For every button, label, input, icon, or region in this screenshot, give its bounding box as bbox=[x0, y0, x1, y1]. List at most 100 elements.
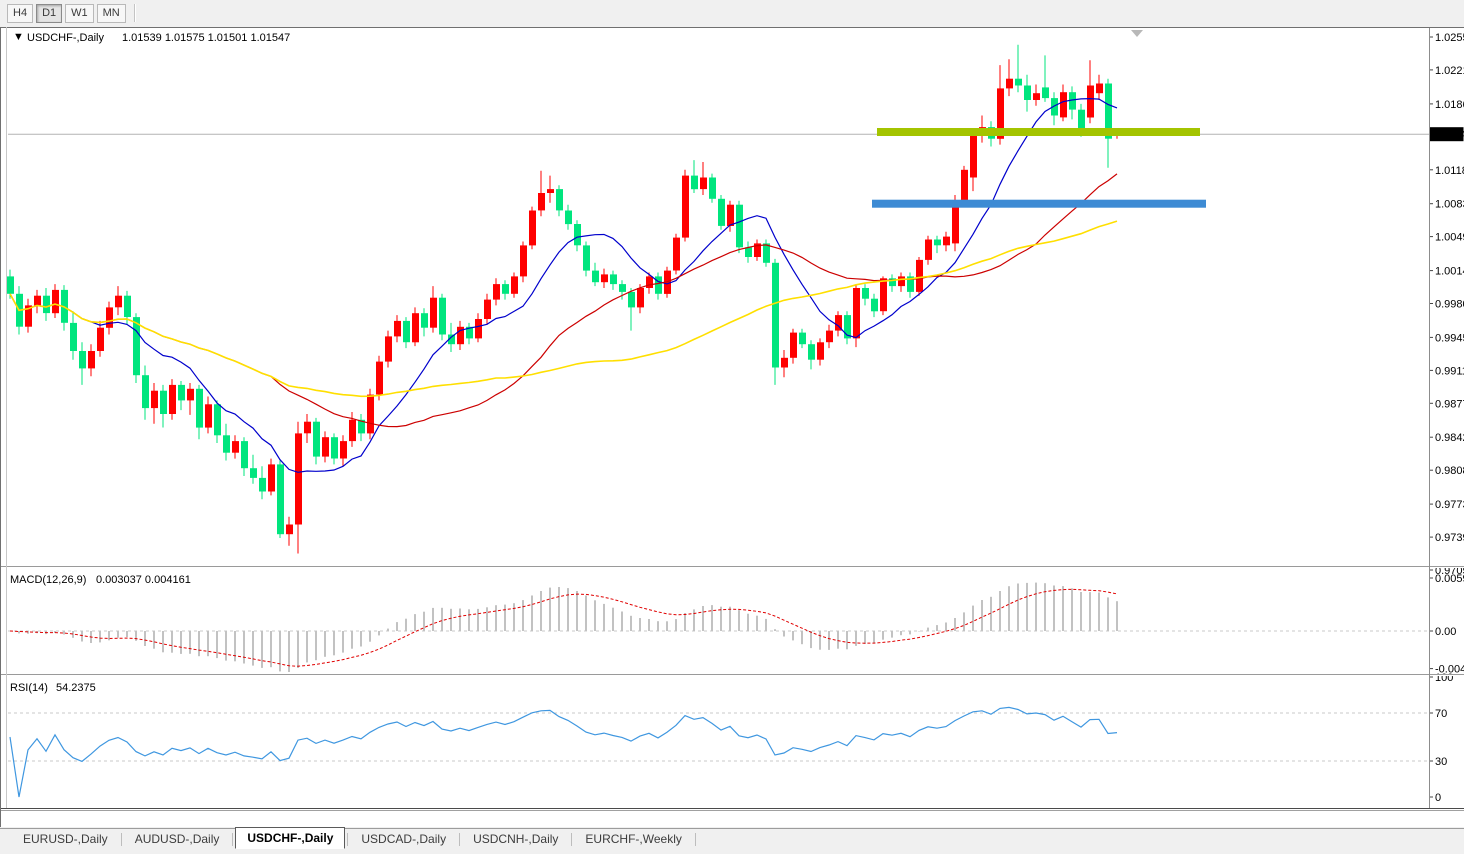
price-axis-label: 1.00140 bbox=[1435, 266, 1464, 278]
candle bbox=[592, 271, 599, 283]
tab-eurchf-weekly[interactable]: EURCHF-,Weekly bbox=[574, 830, 692, 849]
candle bbox=[700, 178, 707, 190]
timeframe-button-h4[interactable]: H4 bbox=[7, 4, 33, 23]
tab-usdcnh-daily[interactable]: USDCNH-,Daily bbox=[462, 830, 569, 849]
candle bbox=[52, 290, 59, 313]
chart-tab-bar: EURUSD-,Daily AUDUSD-,DailyUSDCHF-,Daily U… bbox=[0, 828, 1464, 849]
tab-eurusd-daily[interactable]: EURUSD-,Daily bbox=[12, 830, 119, 849]
candle bbox=[970, 136, 977, 178]
candle bbox=[1024, 86, 1031, 101]
sma-10-line bbox=[10, 99, 1117, 473]
candle bbox=[1015, 79, 1022, 86]
candle bbox=[241, 441, 248, 468]
candle bbox=[646, 276, 653, 288]
candle bbox=[259, 478, 266, 492]
candle bbox=[934, 240, 941, 246]
candle bbox=[79, 351, 86, 368]
tab-usdcad-daily[interactable]: USDCAD-,Daily bbox=[350, 830, 457, 849]
price-axis-label: 0.99110 bbox=[1435, 365, 1464, 377]
candle bbox=[772, 263, 779, 368]
rsi-axis-label: 100 bbox=[1435, 672, 1453, 684]
candle bbox=[1033, 93, 1040, 100]
candle bbox=[169, 385, 176, 414]
candle bbox=[106, 307, 113, 327]
candle bbox=[1078, 110, 1085, 128]
candle bbox=[799, 333, 806, 345]
macd-signal-line bbox=[10, 589, 1117, 666]
price-axis-label: 1.02210 bbox=[1435, 65, 1464, 77]
candle bbox=[871, 299, 878, 312]
rsi-axis-label: 0 bbox=[1435, 792, 1441, 804]
price-axis-label: 1.02550 bbox=[1435, 32, 1464, 44]
candle bbox=[403, 321, 410, 342]
candle bbox=[142, 375, 149, 408]
candle bbox=[961, 170, 968, 202]
candle bbox=[781, 358, 788, 368]
candle bbox=[853, 288, 860, 338]
candle bbox=[97, 328, 104, 351]
tab-separator bbox=[347, 833, 348, 846]
resistance-band[interactable] bbox=[877, 128, 1200, 136]
candle bbox=[484, 300, 491, 319]
candle bbox=[268, 464, 275, 491]
candle bbox=[502, 284, 509, 294]
macd-panel-surface[interactable] bbox=[8, 583, 1429, 672]
chart-dropdown-icon[interactable]: ▼ bbox=[13, 31, 24, 43]
candle bbox=[43, 296, 50, 313]
main-chart-surface[interactable] bbox=[7, 45, 1429, 554]
timeframe-button-w1[interactable]: W1 bbox=[65, 4, 94, 23]
price-axis-label: 0.98080 bbox=[1435, 465, 1464, 477]
candle bbox=[367, 395, 374, 434]
price-axis-label: 0.98770 bbox=[1435, 398, 1464, 410]
macd-axis-label: 0.00 bbox=[1435, 626, 1456, 638]
price-axis-label: 0.97390 bbox=[1435, 532, 1464, 544]
price-axis-label: 0.97730 bbox=[1435, 499, 1464, 511]
candle bbox=[727, 205, 734, 226]
rsi-axis-label: 70 bbox=[1435, 708, 1447, 720]
candle bbox=[790, 333, 797, 358]
candle bbox=[205, 404, 212, 427]
candle bbox=[331, 437, 338, 458]
candle bbox=[952, 202, 959, 244]
price-axis[interactable]: 1.025501.022101.018601.011801.008301.004… bbox=[1429, 32, 1464, 804]
macd-axis-label: 0.00597 bbox=[1435, 573, 1464, 585]
candle bbox=[196, 389, 203, 428]
rsi-value: 54.2375 bbox=[56, 682, 96, 694]
candle bbox=[313, 422, 320, 457]
price-axis-label: 0.98420 bbox=[1435, 432, 1464, 444]
support-band[interactable] bbox=[872, 200, 1206, 208]
candle bbox=[475, 319, 482, 338]
rsi-axis-label: 30 bbox=[1435, 756, 1447, 768]
price-axis-label: 0.99450 bbox=[1435, 332, 1464, 344]
candle bbox=[295, 433, 302, 524]
candle bbox=[862, 288, 869, 299]
candle bbox=[115, 296, 122, 308]
chart-ohlc-values: 1.01539 1.01575 1.01501 1.01547 bbox=[122, 32, 290, 44]
candle bbox=[574, 224, 581, 245]
tab-audusd-daily[interactable]: AUDUSD-,Daily bbox=[124, 830, 231, 849]
candle bbox=[160, 391, 167, 414]
tab-separator bbox=[571, 833, 572, 846]
candle bbox=[250, 468, 257, 478]
tab-usdchf-daily[interactable]: USDCHF-,Daily bbox=[235, 827, 345, 849]
chart-window[interactable]: 1.025501.022101.018601.011801.008301.004… bbox=[0, 27, 1464, 827]
timeframe-button-d1[interactable]: D1 bbox=[36, 4, 62, 23]
tab-separator bbox=[459, 833, 460, 846]
candle bbox=[655, 276, 662, 293]
candle bbox=[538, 193, 545, 210]
candle bbox=[880, 278, 887, 311]
candle bbox=[1006, 79, 1013, 89]
candle bbox=[601, 274, 608, 282]
price-axis-label: 1.00490 bbox=[1435, 232, 1464, 244]
price-axis-label: 1.01180 bbox=[1435, 165, 1464, 177]
candle bbox=[736, 205, 743, 248]
candle bbox=[916, 260, 923, 292]
candle bbox=[529, 211, 536, 246]
macd-values: 0.003037 0.004161 bbox=[96, 574, 191, 586]
candle bbox=[151, 391, 158, 408]
rsi-panel-surface[interactable] bbox=[8, 707, 1429, 797]
timeframe-button-mn[interactable]: MN bbox=[97, 4, 126, 23]
candle bbox=[718, 199, 725, 226]
candle bbox=[826, 331, 833, 343]
candle bbox=[88, 351, 95, 368]
